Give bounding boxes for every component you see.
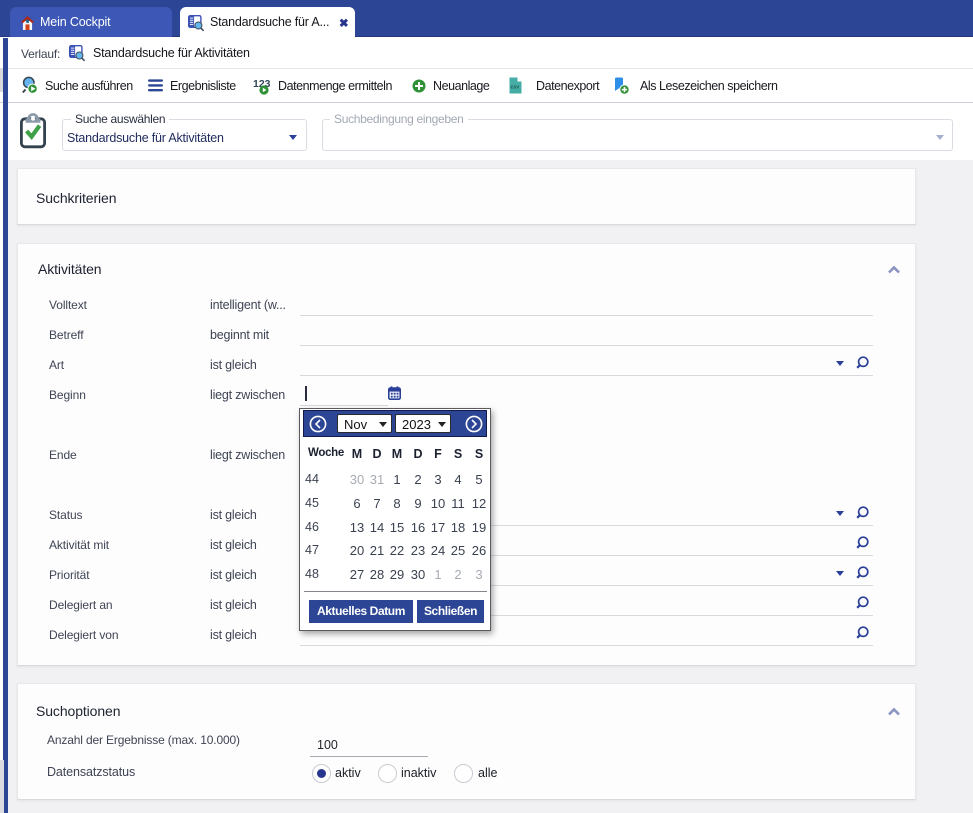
svg-text:csv: csv (511, 85, 520, 91)
